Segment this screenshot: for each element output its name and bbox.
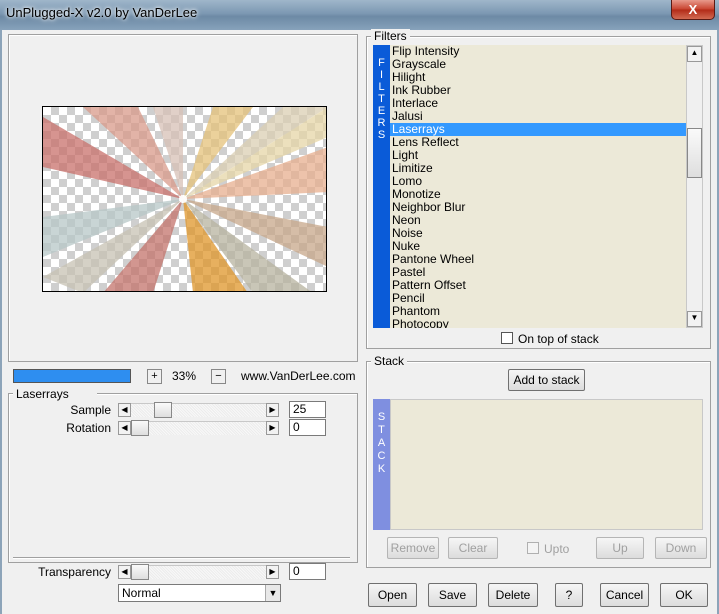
- rotation-right-arrow[interactable]: ▶: [266, 421, 279, 435]
- filter-list-item[interactable]: Lens Reflect: [390, 136, 686, 149]
- blend-mode-select[interactable]: Normal ▼: [118, 584, 281, 602]
- filter-list-item[interactable]: Grayscale: [390, 58, 686, 71]
- save-button[interactable]: Save: [428, 583, 477, 607]
- ok-button[interactable]: OK: [660, 583, 708, 607]
- up-button[interactable]: Up: [596, 537, 644, 559]
- filter-list-item[interactable]: Photocopy: [390, 318, 686, 329]
- sidebar-letter: E: [377, 105, 386, 117]
- rotation-track[interactable]: [131, 421, 266, 435]
- filters-sidebar: FILTERS: [373, 45, 390, 328]
- filter-list-item[interactable]: Limitize: [390, 162, 686, 175]
- sidebar-letter: A: [377, 437, 386, 449]
- down-button[interactable]: Down: [655, 537, 707, 559]
- sample-left-arrow[interactable]: ◀: [118, 403, 131, 417]
- stack-title: Stack: [371, 354, 408, 368]
- filter-scrollbar[interactable]: ▲ ▼: [686, 45, 703, 328]
- sidebar-letter: I: [379, 69, 384, 81]
- sidebar-letter: F: [378, 57, 385, 69]
- transparency-track[interactable]: [131, 565, 266, 579]
- sidebar-letter: T: [378, 93, 385, 105]
- sidebar-letter: C: [377, 450, 386, 462]
- upto-label: Upto: [544, 542, 570, 556]
- zoom-level: 33%: [172, 369, 197, 383]
- filter-list-item[interactable]: Neighbor Blur: [390, 201, 686, 214]
- open-button[interactable]: Open: [368, 583, 417, 607]
- transparency-thumb[interactable]: [131, 564, 149, 580]
- stack-sidebar: STACK: [373, 399, 390, 530]
- scroll-up-arrow[interactable]: ▲: [687, 46, 702, 62]
- filter-list[interactable]: Flip Intensity Grayscale Hilight Ink Rubber…: [390, 45, 686, 328]
- stack-list[interactable]: [390, 399, 703, 530]
- preview-panel: [8, 34, 358, 362]
- scroll-down-arrow[interactable]: ▼: [687, 311, 702, 327]
- upto-checkbox[interactable]: [527, 542, 539, 554]
- clear-button[interactable]: Clear: [448, 537, 498, 559]
- filter-list-item[interactable]: Interlace: [390, 97, 686, 110]
- filter-list-item[interactable]: Pattern Offset: [390, 279, 686, 292]
- filter-list-item[interactable]: Light: [390, 149, 686, 162]
- sample-label: Sample: [70, 403, 111, 417]
- transparency-label: Transparency: [38, 565, 111, 579]
- add-to-stack-button[interactable]: Add to stack: [508, 369, 585, 391]
- filters-title: Filters: [371, 29, 410, 43]
- chevron-down-icon[interactable]: ▼: [265, 585, 280, 601]
- window-title: UnPlugged-X v2.0 by VanDerLee: [6, 5, 198, 20]
- sidebar-letter: T: [378, 424, 385, 436]
- sample-thumb[interactable]: [154, 402, 172, 418]
- help-button[interactable]: ?: [555, 583, 583, 607]
- zoom-in-button[interactable]: +: [147, 369, 162, 384]
- separator: [13, 557, 350, 559]
- transparency-value-field[interactable]: 0: [289, 563, 326, 580]
- sidebar-letter: L: [378, 81, 385, 93]
- sidebar-letter: R: [377, 117, 386, 129]
- delete-button[interactable]: Delete: [488, 583, 538, 607]
- sidebar-letter: S: [377, 411, 386, 423]
- sidebar-letter: K: [377, 463, 386, 475]
- rotation-left-arrow[interactable]: ◀: [118, 421, 131, 435]
- sample-track[interactable]: [131, 403, 266, 417]
- title-bar: UnPlugged-X v2.0 by VanDerLee X: [0, 0, 719, 30]
- on-top-checkbox[interactable]: [501, 332, 513, 344]
- zoom-out-button[interactable]: −: [211, 369, 226, 384]
- sample-right-arrow[interactable]: ▶: [266, 403, 279, 417]
- remove-button[interactable]: Remove: [387, 537, 439, 559]
- preview-image[interactable]: [42, 106, 327, 292]
- rotation-value-field[interactable]: 0: [289, 419, 326, 436]
- blend-mode-value: Normal: [122, 586, 161, 600]
- rotation-thumb[interactable]: [131, 420, 149, 436]
- cancel-button[interactable]: Cancel: [600, 583, 649, 607]
- filter-list-item[interactable]: Noise: [390, 227, 686, 240]
- progress-bar: [13, 369, 131, 383]
- params-title: Laserrays: [13, 387, 97, 401]
- rotation-label: Rotation: [66, 421, 111, 435]
- sample-value-field[interactable]: 25: [289, 401, 326, 418]
- sidebar-letter: S: [377, 129, 386, 141]
- on-top-label: On top of stack: [518, 332, 599, 346]
- transparency-left-arrow[interactable]: ◀: [118, 565, 131, 579]
- transparency-right-arrow[interactable]: ▶: [266, 565, 279, 579]
- close-button[interactable]: X: [671, 0, 715, 20]
- website-link[interactable]: www.VanDerLee.com: [241, 369, 356, 383]
- filter-list-item[interactable]: Neon: [390, 214, 686, 227]
- laserrays-preview: [43, 107, 326, 291]
- filter-list-item[interactable]: Pantone Wheel: [390, 253, 686, 266]
- scroll-thumb[interactable]: [687, 128, 702, 178]
